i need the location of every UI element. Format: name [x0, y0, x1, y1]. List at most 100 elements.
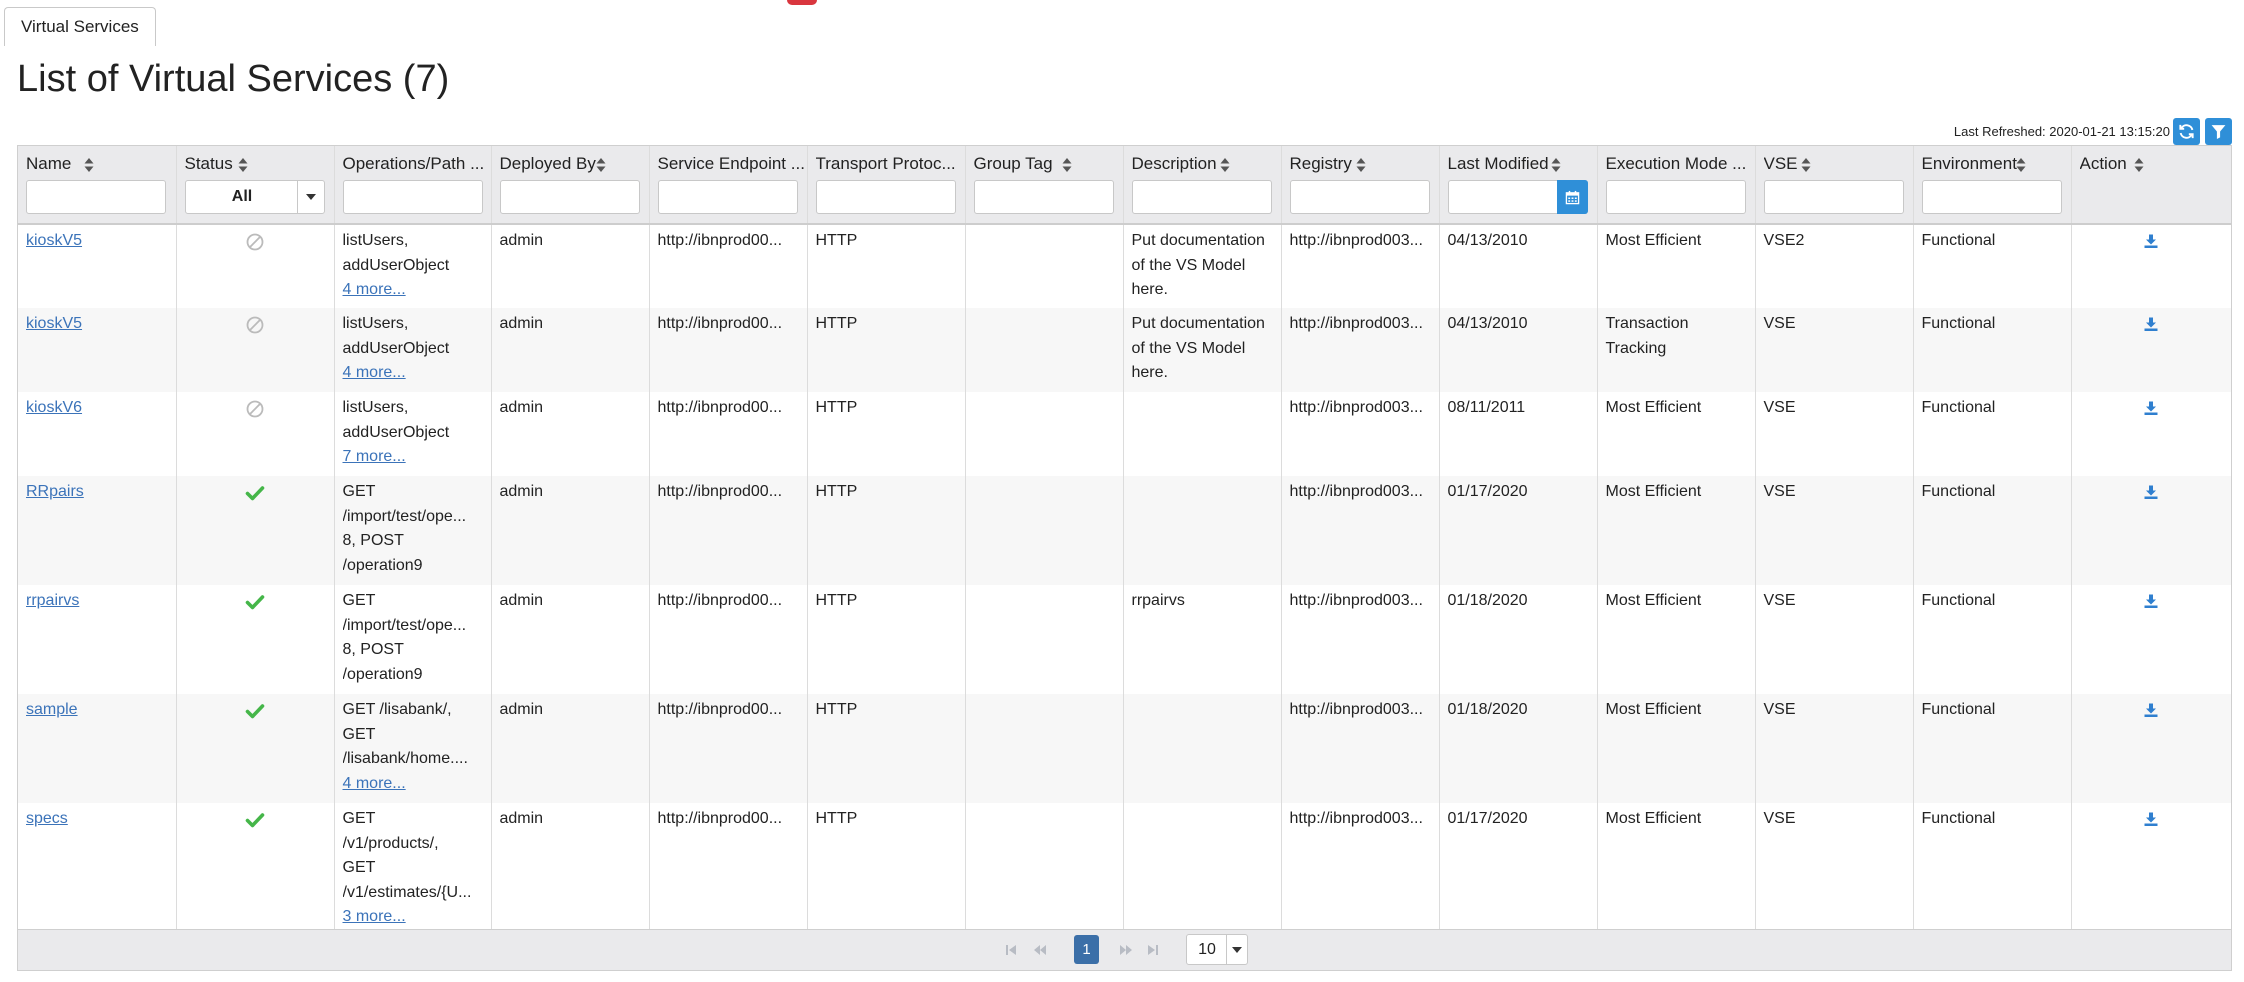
table-cell: Functional [1913, 585, 2072, 694]
previous-page-button[interactable] [1029, 936, 1051, 964]
sort-icon[interactable] [2134, 158, 2144, 172]
filter-toggle-button[interactable] [2205, 118, 2232, 145]
status-filter-select[interactable]: All [184, 180, 325, 214]
column-header-label[interactable]: Deployed By [500, 154, 596, 174]
last-page-button[interactable] [1142, 936, 1164, 964]
first-page-button[interactable] [1000, 936, 1022, 964]
last-modified-date-filter[interactable] [1447, 180, 1588, 214]
column-filter-input[interactable] [1763, 180, 1904, 214]
column-header-label[interactable]: Name [26, 154, 71, 174]
service-endpoint-cell: http://ibnprod00... [657, 232, 783, 249]
service-name-link[interactable]: RRpairs [26, 483, 84, 500]
execution-mode-cell: Most Efficient [1605, 810, 1702, 827]
sort-icon[interactable] [238, 158, 248, 172]
sort-icon[interactable] [1551, 158, 1561, 172]
more-operations-link[interactable]: 3 more... [343, 908, 406, 925]
service-endpoint-cell: http://ibnprod00... [657, 810, 783, 827]
service-name-link[interactable]: specs [26, 810, 68, 827]
current-page-button[interactable]: 1 [1074, 935, 1099, 964]
registry-cell: http://ibnprod003... [1289, 315, 1423, 332]
sort-icon[interactable] [84, 158, 94, 172]
deployed-by-cell: admin [499, 592, 544, 609]
download-icon[interactable] [2143, 702, 2159, 727]
column-header-label[interactable]: Status [185, 154, 233, 174]
operation-line: /import/test/ope... [342, 507, 467, 525]
column-filter-input[interactable] [1921, 180, 2062, 214]
service-name-link[interactable]: kioskV5 [26, 315, 82, 332]
status-cell [177, 585, 334, 625]
column-header-label[interactable]: Execution Mode ... [1606, 154, 1747, 174]
sort-icon[interactable] [596, 158, 606, 172]
action-cell [2072, 803, 2232, 840]
download-icon[interactable] [2143, 233, 2159, 258]
action-cell [2072, 392, 2232, 429]
table-row: kioskV5 listUsers, addUserObject 4 more... a… [18, 224, 2231, 308]
column-header-label[interactable]: Group Tag [974, 154, 1053, 174]
column-filter-input[interactable] [26, 180, 166, 214]
tab-virtual-services[interactable]: Virtual Services [4, 7, 156, 46]
column-header-label[interactable]: VSE [1764, 154, 1798, 174]
column-filter-input[interactable] [499, 180, 640, 214]
service-name-link[interactable]: kioskV6 [26, 399, 82, 416]
column-filter-input[interactable] [1289, 180, 1430, 214]
column-header-label[interactable]: Transport Protoc... [816, 154, 956, 174]
action-cell [2072, 585, 2232, 622]
column-filter-input[interactable] [342, 180, 483, 214]
sort-icon[interactable] [1801, 158, 1811, 172]
group-tag-cell [966, 803, 1123, 811]
sort-icon[interactable] [1220, 158, 1230, 172]
refresh-button[interactable] [2173, 118, 2200, 145]
more-operations-link[interactable]: 7 more... [343, 448, 406, 465]
service-name-link[interactable]: kioskV5 [26, 232, 82, 249]
sort-icon[interactable] [2016, 158, 2026, 172]
service-name-link[interactable]: rrpairvs [26, 592, 79, 609]
column-filter-input[interactable] [815, 180, 956, 214]
more-operations-link[interactable]: 4 more... [343, 281, 406, 298]
download-icon[interactable] [2143, 811, 2159, 836]
transport-protocol-cell: HTTP [815, 592, 858, 609]
column-header-label[interactable]: Last Modified [1448, 154, 1549, 174]
status-cell [177, 225, 334, 265]
column-filter-input[interactable] [1605, 180, 1746, 214]
table-cell [1123, 476, 1282, 585]
sort-icon[interactable] [1356, 158, 1366, 172]
operations-cell: listUsers, addUserObject 4 more... [335, 308, 491, 390]
column-header-label[interactable]: Environment [1922, 154, 2017, 174]
column-filter-input[interactable] [657, 180, 798, 214]
download-icon[interactable] [2143, 316, 2159, 341]
table-cell: HTTP [807, 308, 966, 392]
table-cell: http://ibnprod00... [649, 803, 808, 937]
column-header-label[interactable]: Registry [1290, 154, 1352, 174]
column-header-label[interactable]: Operations/Path ... [343, 154, 485, 174]
column-filter-input[interactable] [973, 180, 1114, 214]
column-filter-input[interactable] [1131, 180, 1272, 214]
description-cell: Put documentation of the VS Model here. [1131, 232, 1265, 298]
page-size-select[interactable]: 10 [1186, 934, 1248, 965]
download-icon[interactable] [2143, 593, 2159, 618]
column-header-label[interactable]: Action [2080, 154, 2127, 174]
next-page-button[interactable] [1115, 936, 1137, 964]
group-tag-cell [966, 225, 1123, 233]
table-cell: kioskV5 [18, 224, 177, 308]
table-row: sample GET /lisabank/, GET/lisabank/home..… [18, 694, 2231, 803]
service-name-link[interactable]: sample [26, 701, 78, 718]
more-operations-link[interactable]: 4 more... [343, 364, 406, 381]
vse-cell: VSE [1763, 483, 1796, 500]
table-cell: rrpairvs [1123, 585, 1282, 694]
environment-cell: Functional [1921, 810, 1996, 827]
operation-line: GET [342, 859, 376, 876]
execution-mode-cell: Most Efficient [1605, 592, 1702, 609]
table-cell [2071, 585, 2231, 694]
environment-cell: Functional [1921, 701, 1996, 718]
more-operations-link[interactable]: 4 more... [343, 775, 406, 792]
column-header-label[interactable]: Description [1132, 154, 1217, 174]
column-header-label[interactable]: Service Endpoint ... [658, 154, 805, 174]
table-cell [176, 803, 335, 937]
download-icon[interactable] [2143, 484, 2159, 509]
status-filter-value: All [231, 188, 253, 205]
sort-icon[interactable] [1062, 158, 1072, 172]
table-cell: Functional [1913, 694, 2072, 803]
filter-icon [2211, 125, 2226, 139]
calendar-icon[interactable] [1556, 180, 1588, 214]
download-icon[interactable] [2143, 400, 2159, 425]
